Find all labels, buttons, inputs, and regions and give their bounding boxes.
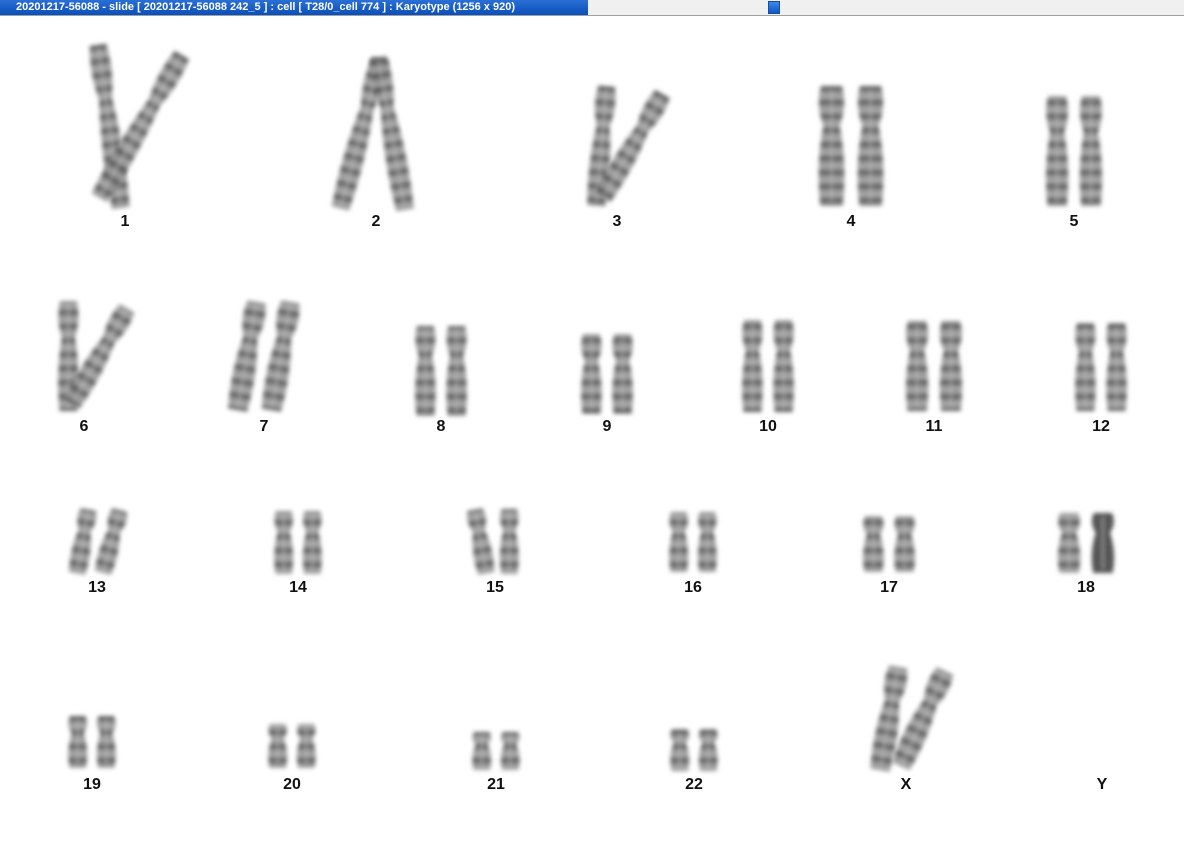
window-title: 20201217-56088 - slide [ 20201217-56088 … (0, 0, 588, 15)
chromosome-label: Y (1096, 776, 1108, 793)
window-titlebar[interactable]: 20201217-56088 - slide [ 20201217-56088 … (0, 0, 1184, 16)
chromosome-pair-image (870, 665, 954, 772)
karyotype-canvas: 1 2 3 4 5 6 7 8 9 10 11 12 13 14 15 16 17 18 19 20 21 22 X Y (0, 16, 1184, 847)
chromosome-label: X (900, 776, 912, 793)
titlebar-handle[interactable] (768, 1, 780, 14)
